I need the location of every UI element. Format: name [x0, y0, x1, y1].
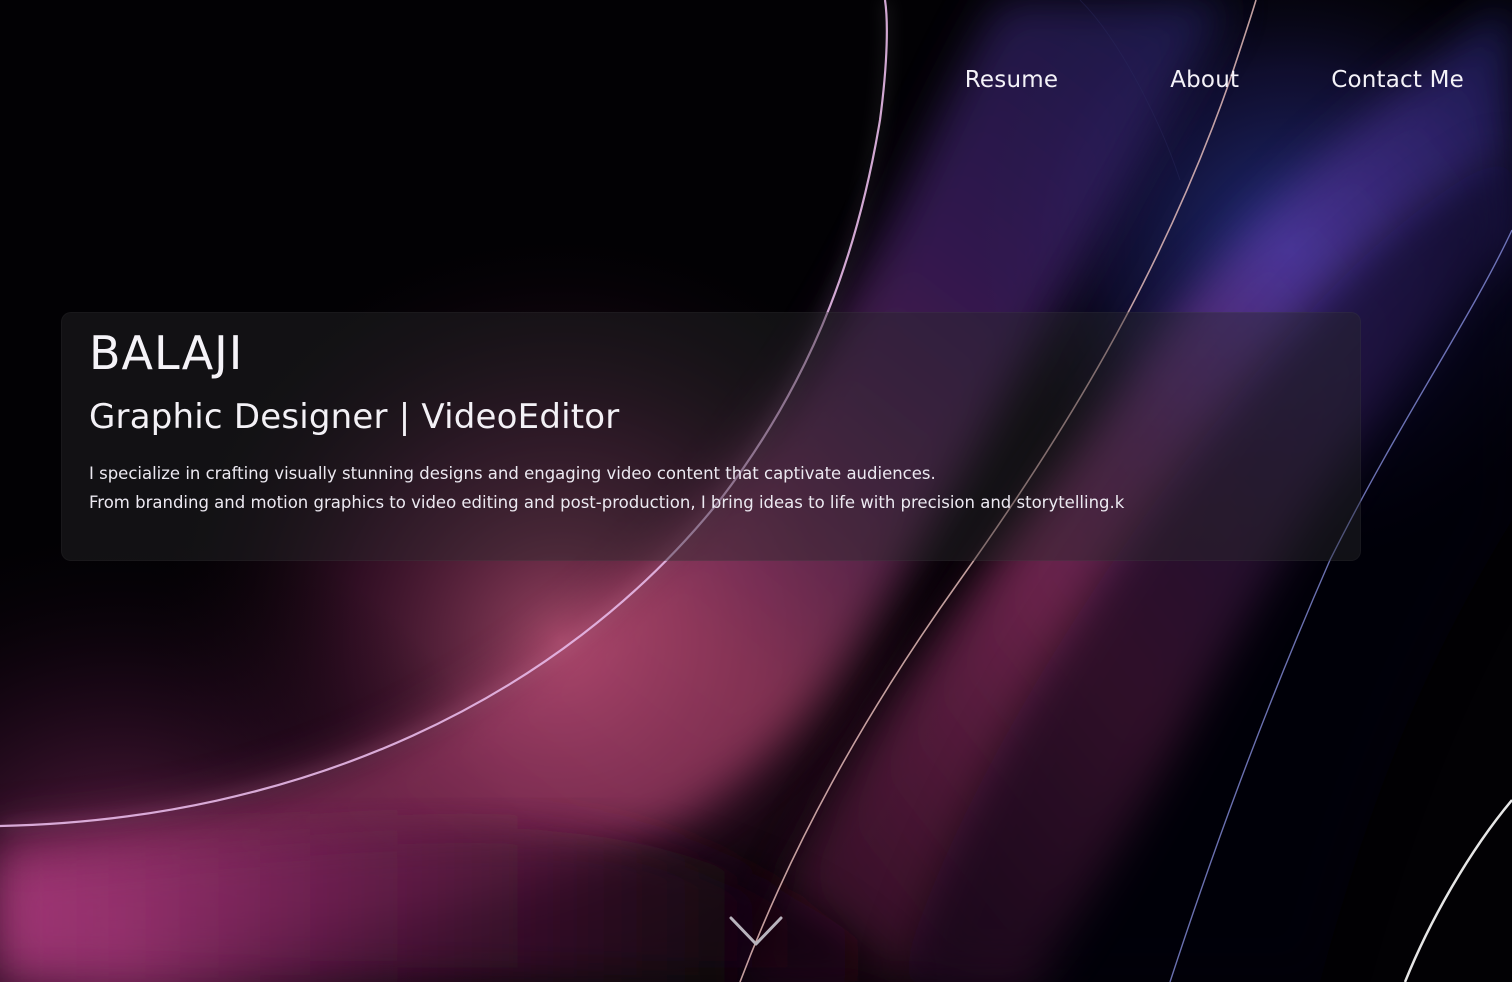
top-nav: Resume About Contact Me	[965, 62, 1464, 98]
hero-name: BALAJI	[89, 326, 244, 380]
hero-description-line: From branding and motion graphics to vid…	[89, 493, 1125, 512]
nav-link-about[interactable]: About	[1170, 62, 1239, 98]
hero-intro-card: BALAJI Graphic Designer | VideoEditor I …	[61, 312, 1361, 561]
page: Resume About Contact Me BALAJI Graphic D…	[0, 0, 1512, 982]
scroll-down-button[interactable]	[728, 912, 784, 952]
chevron-down-icon	[729, 916, 783, 946]
nav-link-contact-me[interactable]: Contact Me	[1331, 62, 1464, 98]
hero-description-line: I specialize in crafting visually stunni…	[89, 464, 936, 483]
nav-link-resume[interactable]: Resume	[965, 62, 1058, 98]
hero-description: I specialize in crafting visually stunni…	[89, 459, 1334, 517]
hero-role: Graphic Designer | VideoEditor	[89, 397, 620, 437]
